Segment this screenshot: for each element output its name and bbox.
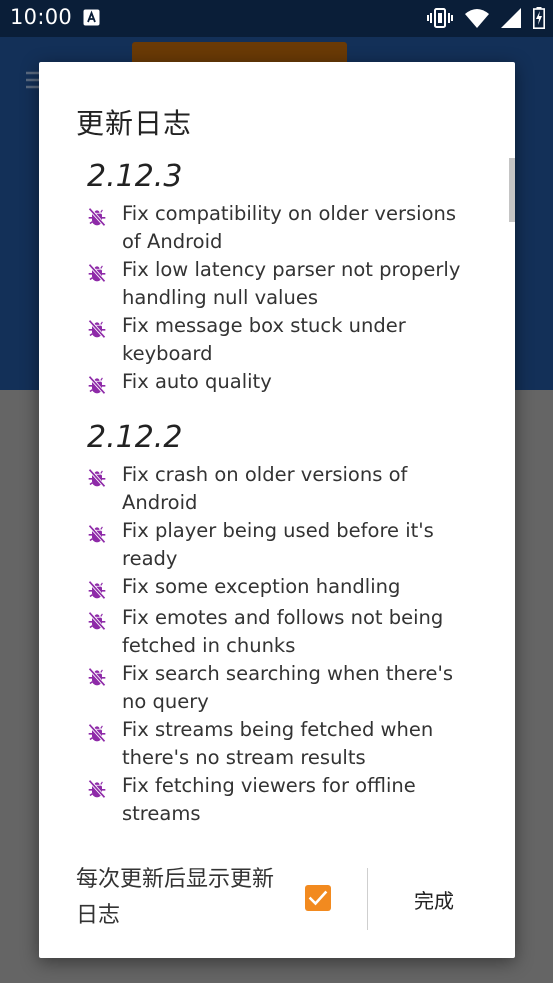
changelog-entry: Fix crash on older versions of Android: [122, 463, 408, 514]
bug-off-icon: [88, 207, 106, 227]
status-bar: 10:00: [0, 0, 553, 37]
list-item: Fix message box stuck under keyboard: [87, 312, 515, 368]
battery-charging-icon: [533, 7, 545, 29]
bug-off-icon: [88, 723, 106, 743]
check-icon: [308, 890, 328, 906]
release-version: 2.12.3: [87, 159, 183, 194]
signal-icon: [501, 8, 521, 28]
list-item: Fix crash on older versions of Android: [87, 461, 515, 517]
changelog-scroll-area[interactable]: 2.12.3 Fix compatibility on older versio…: [39, 158, 515, 840]
show-after-update-label[interactable]: 每次更新后显示更新日志: [76, 862, 286, 934]
bug-off-icon: [88, 611, 106, 631]
list-item: Fix compatibility on older versions of A…: [87, 200, 515, 256]
changelog-entry: Fix fetching viewers for offline streams: [122, 774, 416, 825]
bug-off-icon: [88, 524, 106, 544]
bug-off-icon: [88, 468, 106, 488]
changelog-entry: Fix message box stuck under keyboard: [122, 314, 406, 365]
changelog-entry: Fix auto quality: [122, 370, 272, 393]
changelog-entry: Fix some exception handling: [122, 575, 401, 598]
changelog-entry: Fix player being used before it's ready: [122, 519, 434, 570]
list-item: Fix low latency parser not properly hand…: [87, 256, 515, 312]
wifi-icon: [465, 9, 489, 28]
bug-off-icon: [88, 263, 106, 283]
vibrate-icon: [427, 8, 453, 28]
list-item: Fix some exception handling: [87, 573, 515, 604]
bug-off-icon: [88, 319, 106, 339]
list-item: Fix auto quality: [87, 368, 515, 399]
bug-off-icon: [88, 779, 106, 799]
footer-divider: [367, 868, 368, 930]
changelog-entry: Fix streams being fetched when there's n…: [122, 718, 434, 769]
changelog-entry: Fix search searching when there's no que…: [122, 662, 454, 713]
list-item: Fix emotes and follows not being fetched…: [87, 604, 515, 660]
dialog-footer: 每次更新后显示更新日志 完成: [39, 858, 515, 938]
list-item: Fix player being used before it's ready: [87, 517, 515, 573]
list-item: Fix fetching viewers for offline streams: [87, 772, 515, 828]
scrollbar-thumb[interactable]: [509, 158, 515, 222]
bug-off-icon: [88, 375, 106, 395]
release-version: 2.12.2: [87, 420, 183, 455]
changelog-entry: Fix compatibility on older versions of A…: [122, 202, 457, 253]
notification-a-icon: [83, 9, 100, 26]
bug-off-icon: [88, 580, 106, 600]
list-item: Fix streams being fetched when there's n…: [87, 716, 515, 772]
changelog-entry: Fix low latency parser not properly hand…: [122, 258, 461, 309]
done-button[interactable]: 完成: [379, 868, 489, 930]
show-after-update-checkbox[interactable]: [305, 885, 331, 911]
dialog-title: 更新日志: [76, 107, 193, 140]
list-item: Fix search searching when there's no que…: [87, 660, 515, 716]
release-section: 2.12.2 Fix crash on older versions of An…: [87, 419, 515, 828]
bug-off-icon: [88, 667, 106, 687]
changelog-dialog: 更新日志 2.12.3 Fix compatibility on older v…: [39, 62, 515, 958]
status-time: 10:00: [10, 5, 73, 29]
release-section: 2.12.3 Fix compatibility on older versio…: [87, 158, 515, 399]
changelog-entry: Fix emotes and follows not being fetched…: [122, 606, 444, 657]
